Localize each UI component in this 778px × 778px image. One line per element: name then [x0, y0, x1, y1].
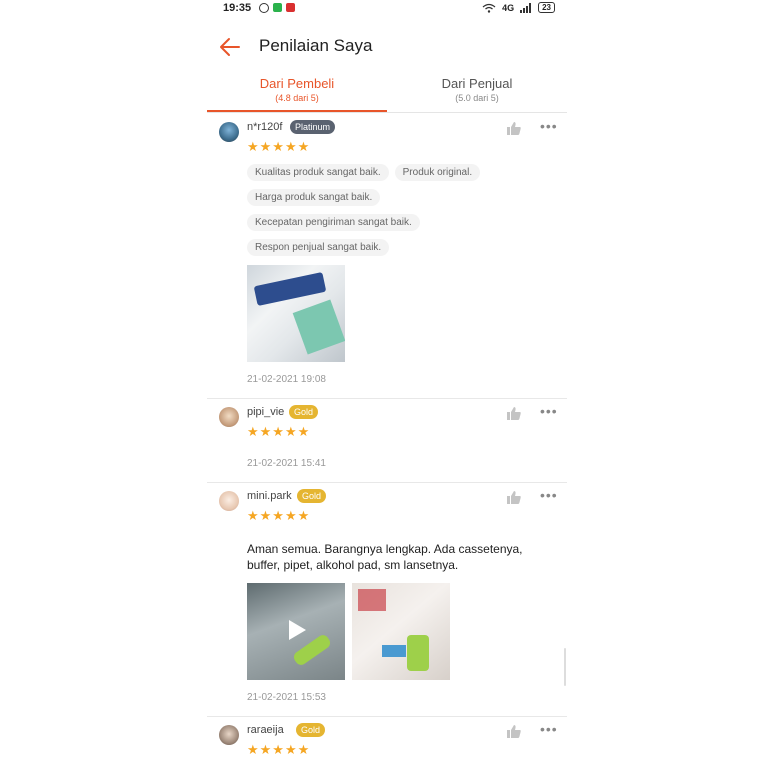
status-badge: Gold [289, 405, 319, 419]
more-options-icon[interactable]: ••• [540, 403, 558, 419]
review-video-thumbnail[interactable] [247, 583, 345, 680]
star-rating: ★★★★★ [247, 139, 311, 154]
status-bar: 19:35 4G 23 [207, 0, 567, 18]
review-tag: Harga produk sangat baik. [247, 189, 381, 206]
review-tag: Produk original. [394, 164, 481, 181]
avatar[interactable] [219, 122, 239, 142]
review-text: Aman semua. Barangnya lengkap. Ada casse… [247, 542, 523, 572]
tab-label: Dari Pembeli [259, 76, 335, 91]
wifi-icon [482, 3, 496, 13]
app-notification-icon [273, 3, 282, 12]
app-notification-icon [286, 3, 295, 12]
scrollbar[interactable] [564, 648, 566, 686]
review-date: 21-02-2021 19:08 [247, 374, 326, 385]
more-options-icon[interactable]: ••• [540, 118, 558, 134]
reviewer-name[interactable]: mini.park [247, 490, 292, 502]
page-header: Penilaian Saya [207, 30, 567, 64]
signal-icon [520, 2, 532, 13]
more-options-icon[interactable]: ••• [540, 721, 558, 737]
tab-score: (5.0 dari 5) [455, 93, 499, 103]
tab-from-buyer[interactable]: Dari Pembeli (4.8 dari 5) [207, 76, 387, 112]
status-right: 4G 23 [482, 2, 555, 13]
review-tag: Respon penjual sangat baik. [247, 239, 390, 256]
review-item: pipi_vie Gold ••• ★★★★★ 21-02-2021 15:41 [207, 399, 567, 483]
thumbs-up-icon[interactable] [507, 122, 521, 135]
review-date: 21-02-2021 15:41 [247, 458, 326, 469]
play-icon[interactable] [287, 619, 307, 641]
review-tag: Kualitas produk sangat baik. [247, 164, 389, 181]
review-tag: Kecepatan pengiriman sangat baik. [247, 214, 420, 231]
tab-from-seller[interactable]: Dari Penjual (5.0 dari 5) [387, 76, 567, 103]
reviewer-name[interactable]: n*r120f [247, 121, 282, 133]
status-badge: Gold [296, 723, 326, 737]
battery-icon: 23 [538, 2, 555, 13]
thumbs-up-icon[interactable] [507, 407, 521, 420]
page-title: Penilaian Saya [259, 36, 373, 55]
review-date: 21-02-2021 15:53 [247, 692, 326, 703]
reviewer-name[interactable]: raraeija [247, 724, 284, 736]
star-rating: ★★★★★ [247, 742, 311, 757]
thumbs-up-icon[interactable] [507, 725, 521, 738]
star-rating: ★★★★★ [247, 508, 311, 523]
avatar[interactable] [219, 491, 239, 511]
review-photo[interactable] [247, 265, 345, 362]
back-arrow-icon[interactable] [217, 34, 243, 60]
notification-icons [259, 3, 295, 13]
status-badge: Gold [297, 489, 327, 503]
avatar[interactable] [219, 725, 239, 745]
avatar[interactable] [219, 407, 239, 427]
more-options-icon[interactable]: ••• [540, 487, 558, 503]
reviewer-name[interactable]: pipi_vie [247, 406, 284, 418]
network-label: 4G [502, 2, 515, 13]
thumbs-up-icon[interactable] [507, 491, 521, 504]
rating-tabs: Dari Pembeli (4.8 dari 5) Dari Penjual (… [207, 76, 567, 113]
alarm-icon [259, 3, 269, 13]
star-rating: ★★★★★ [247, 424, 311, 439]
tab-label: Dari Penjual [441, 76, 513, 91]
status-time: 19:35 [223, 2, 252, 14]
tab-score: (4.8 dari 5) [275, 93, 319, 103]
review-photo[interactable] [352, 583, 450, 680]
review-item: raraeija Gold ••• ★★★★★ [207, 717, 567, 778]
phone-screen: 19:35 4G 23 Penilaian Saya Dari Pembeli … [207, 0, 567, 778]
review-item: n*r120f Platinum ••• ★★★★★ Kualitas prod… [207, 114, 567, 399]
review-tags: Kualitas produk sangat baik. Produk origi… [247, 162, 557, 262]
review-item: mini.park Gold ••• ★★★★★ Aman semua. Bar… [207, 483, 567, 717]
status-badge: Platinum [290, 120, 336, 134]
